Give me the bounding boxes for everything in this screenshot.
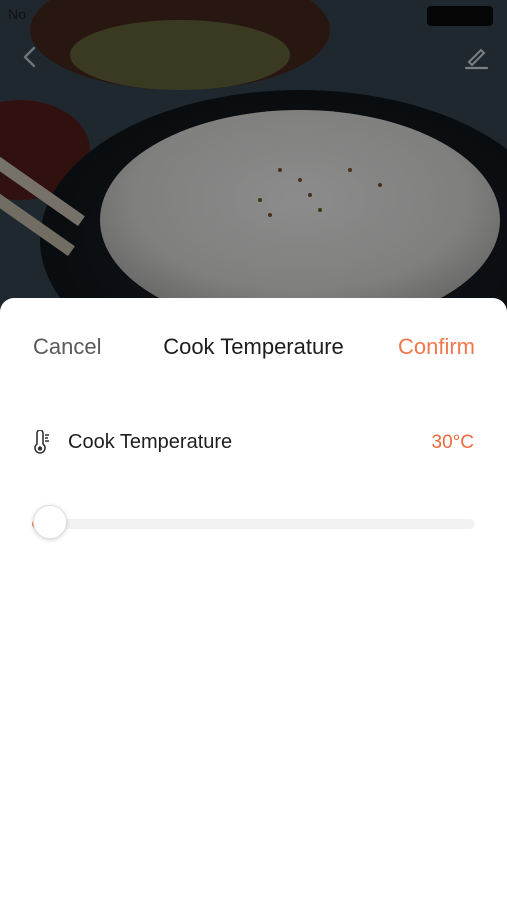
background-photo (0, 0, 507, 320)
sheet-header: Cancel Cook Temperature Confirm (0, 298, 507, 398)
status-carrier: No (8, 6, 27, 22)
temperature-slider[interactable] (32, 503, 475, 543)
status-battery-icon (427, 6, 493, 26)
confirm-button[interactable]: Confirm (398, 334, 475, 360)
thermometer-icon (32, 429, 52, 456)
temperature-bottom-sheet: Cancel Cook Temperature Confirm Cook Tem… (0, 298, 507, 900)
pencil-icon[interactable] (459, 40, 493, 74)
temperature-value: 30°C (431, 432, 474, 453)
temperature-label: Cook Temperature (68, 431, 233, 453)
slider-thumb[interactable] (33, 505, 67, 539)
back-icon[interactable] (14, 40, 48, 74)
slider-track[interactable] (32, 519, 475, 529)
temperature-row: Cook Temperature 30°C (0, 426, 507, 462)
dim-overlay (0, 0, 507, 320)
